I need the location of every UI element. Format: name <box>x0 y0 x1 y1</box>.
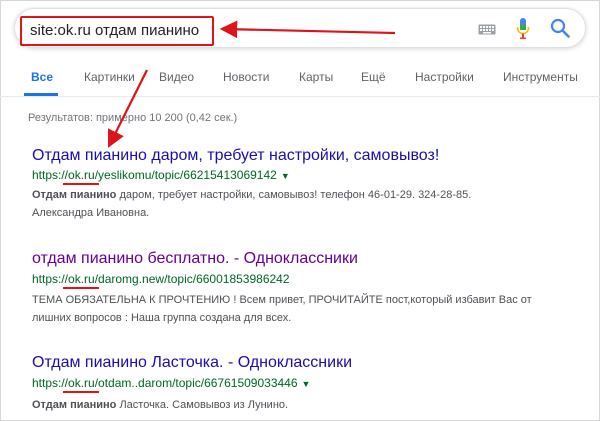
result-1-url-text[interactable]: https://ok.ru/yeslikomu/topic/6621541306… <box>32 168 277 182</box>
snippet-text: лишних вопросов : Наша группа создана дл… <box>32 312 292 324</box>
tab-images[interactable]: Картинки <box>84 70 135 84</box>
tab-news[interactable]: Новости <box>223 70 269 84</box>
snippet-text: даром, требует настройки, самовывоз! тел… <box>116 189 472 201</box>
microphone-icon[interactable] <box>516 18 530 40</box>
tab-maps[interactable]: Карты <box>299 70 333 84</box>
result-1-url[interactable]: https://ok.ru/yeslikomu/topic/6621541306… <box>32 168 290 182</box>
caret-down-icon[interactable]: ▼ <box>281 171 290 181</box>
result-stats: Результатов: примерно 10 200 (0,42 сек.) <box>28 112 238 124</box>
result-3-snippet: Отдам пианино Ласточка. Самовывоз из Лун… <box>32 396 562 414</box>
search-icon[interactable] <box>550 18 570 38</box>
keyboard-icon[interactable] <box>478 24 496 35</box>
search-input[interactable] <box>30 22 210 39</box>
snippet-bold: Отдам пианино <box>32 399 117 411</box>
snippet-bold: Отдам пианино <box>32 189 117 201</box>
tab-all[interactable]: Все <box>31 70 53 84</box>
result-2-snippet: ТЕМА ОБЯЗАТЕЛЬНА К ПРОЧТЕНИЮ ! Всем прив… <box>32 291 562 327</box>
tab-video[interactable]: Видео <box>159 70 194 84</box>
tab-tools[interactable]: Инструменты <box>503 70 578 84</box>
tab-settings[interactable]: Настройки <box>415 70 474 84</box>
url-highlight-underline <box>63 183 99 185</box>
result-3-title[interactable]: Отдам пианино Ласточка. - Одноклассники <box>32 354 352 372</box>
snippet-text: Александра Ивановна. <box>32 207 150 219</box>
snippet-text: Ласточка. Самовывоз из Лунино. <box>116 399 289 411</box>
snippet-text: ТЕМА ОБЯЗАТЕЛЬНА К ПРОЧТЕНИЮ ! Всем прив… <box>32 294 532 306</box>
search-tabs: Все Картинки Видео Новости Карты Ещё Нас… <box>0 64 600 94</box>
result-1-snippet: Отдам пианино даром, требует настройки, … <box>32 186 562 222</box>
result-3-url-text[interactable]: https://ok.ru/otdam..darom/topic/6676150… <box>32 376 298 390</box>
caret-down-icon[interactable]: ▼ <box>302 379 311 389</box>
result-3-url[interactable]: https://ok.ru/otdam..darom/topic/6676150… <box>32 376 310 390</box>
url-highlight-underline <box>63 391 99 393</box>
tabs-divider <box>0 96 600 97</box>
url-highlight-underline <box>63 287 99 289</box>
result-1-title[interactable]: Отдам пианино даром, требует настройки, … <box>32 147 439 165</box>
tab-more[interactable]: Ещё <box>361 70 386 84</box>
result-2-url[interactable]: https://ok.ru/daromg.new/topic/660018539… <box>32 272 290 286</box>
result-2-url-text[interactable]: https://ok.ru/daromg.new/topic/660018539… <box>32 272 290 286</box>
result-2-title[interactable]: отдам пианино бесплатно. - Одноклассники <box>32 250 358 268</box>
